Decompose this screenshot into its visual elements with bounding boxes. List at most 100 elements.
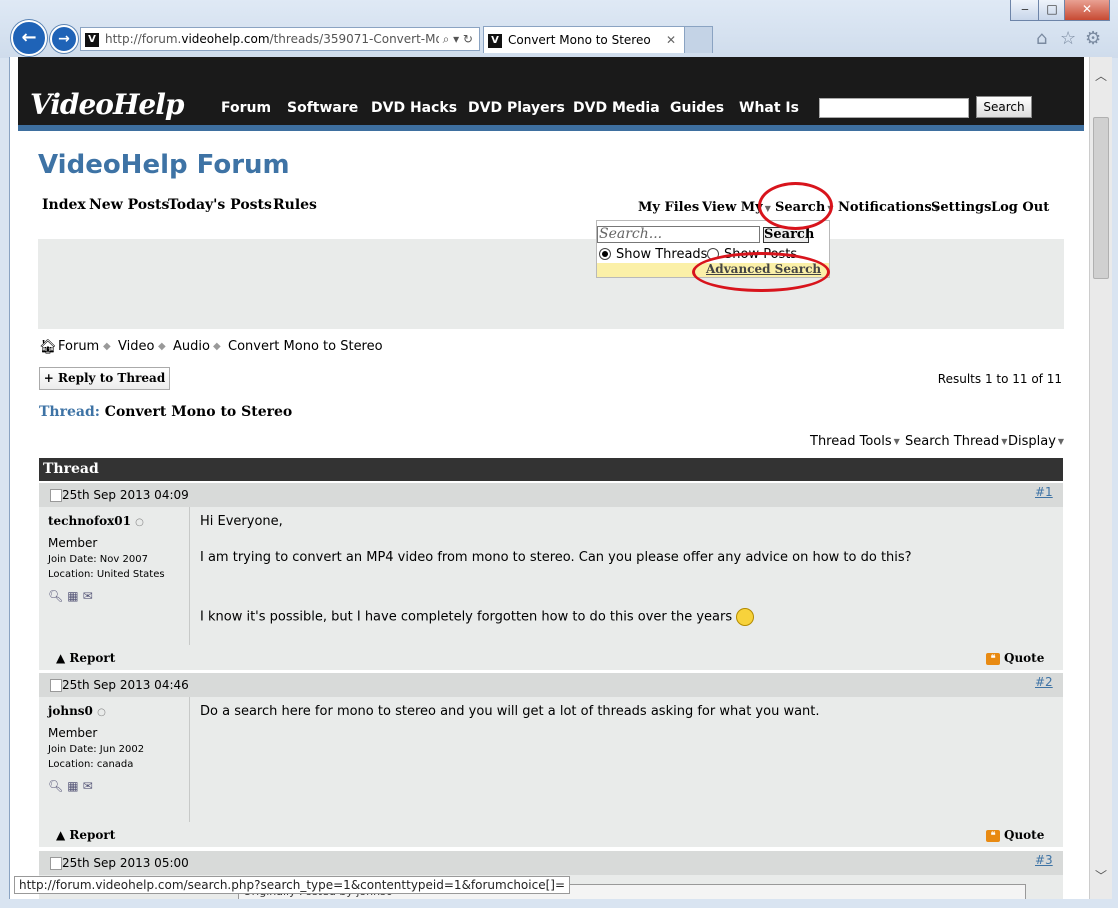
nav-guides[interactable]: Guides [670,100,724,116]
favorites-star-icon[interactable]: ☆ [1060,28,1076,49]
reply-label: Reply to Thread [58,371,166,385]
post-text-line: Hi Everyone, [200,514,283,529]
breadcrumb-separator-icon: ◆ [103,341,111,352]
smiley-icon [736,608,755,626]
scroll-down-arrow-icon[interactable]: ﹀ [1090,865,1112,887]
nav-forum[interactable]: Forum [221,100,271,116]
quote-icon: ❝ [986,652,1000,665]
ad-area [38,239,1064,329]
profile-icon[interactable]: ▦ [67,779,82,793]
popup-search-input[interactable]: Search... [597,226,760,243]
maximize-icon[interactable]: □ [1038,0,1066,21]
profile-icon[interactable]: ▦ [67,589,82,603]
forum-nav-index[interactable]: Index [42,197,86,213]
post-status-icon [50,489,62,502]
post-status-icon [50,857,62,870]
forum-nav-new-posts[interactable]: New Posts [89,197,169,213]
browser-tab-active[interactable]: V Convert Mono to Stereo ✕ [483,26,685,53]
post-number-link[interactable]: #2 [1035,675,1053,689]
user-location: Location: United States [48,569,165,580]
tab-favicon-icon: V [488,33,502,48]
user-actions: 🔍︎▦✉ [48,779,97,793]
usernav-settings[interactable]: Settings [931,200,991,215]
usernav-log-out[interactable]: Log Out [991,200,1049,215]
post-date-bar [39,851,1063,875]
vertical-scrollbar[interactable]: ︿ ﹀ [1089,57,1112,899]
user-title: Member [48,536,98,550]
nav-dvd-hacks[interactable]: DVD Hacks [371,100,457,116]
report-button[interactable]: ▲ Report [56,651,115,665]
scroll-up-arrow-icon[interactable]: ︿ [1090,65,1112,87]
user-title: Member [48,726,98,740]
search-thread-menu[interactable]: Search Thread ▼ [905,434,1007,449]
address-bar-controls-icon[interactable]: ⌕ ▾ ↻ [438,28,473,50]
url-suffix: /threads/359071-Convert-Mono [269,32,458,46]
post-text-content: I know it's possible, but I have complet… [200,609,733,625]
forum-nav-rules[interactable]: Rules [273,197,317,213]
site-search-button[interactable]: Search [976,96,1032,118]
minimize-icon[interactable]: ‒ [1010,0,1040,21]
forum-nav-todays-posts[interactable]: Today's Posts [168,197,272,213]
site-logo[interactable]: VideoHelp [30,88,184,121]
url-domain: videohelp.com [181,32,270,46]
new-tab-button[interactable] [684,26,713,53]
post-body [39,507,1063,670]
close-window-icon[interactable]: ✕ [1064,0,1110,21]
reply-to-thread-button[interactable]: + Reply to Thread [39,367,170,390]
usernav-notifications[interactable]: Notifications ▼ [838,200,940,215]
quote-button[interactable]: ❝ Quote [986,651,1044,665]
user-actions: 🔍︎▦✉ [48,589,97,603]
username-text: johns0 [48,704,93,718]
username-text: technofox01 [48,514,131,528]
thread-title-line: Thread: Convert Mono to Stereo [39,404,292,420]
close-tab-icon[interactable]: ✕ [666,27,676,53]
post-username[interactable]: johns0 ○ [48,704,106,718]
post-text-line: Do a search here for mono to stereo and … [200,704,820,719]
home-icon[interactable]: ⌂ [1036,28,1047,49]
breadcrumb-separator-icon: ◆ [213,341,221,352]
breadcrumb-forum[interactable]: Forum [58,339,99,354]
scrollbar-thumb[interactable] [1093,117,1109,279]
nav-dvd-media[interactable]: DVD Media [573,100,660,116]
search-icon[interactable]: 🔍︎ [48,779,67,793]
post-body [39,697,1063,847]
report-button[interactable]: ▲ Report [56,828,115,842]
forum-title[interactable]: VideoHelp Forum [38,150,290,180]
post-number-link[interactable]: #3 [1035,853,1053,867]
nav-dvd-players[interactable]: DVD Players [468,100,565,116]
post-username[interactable]: technofox01 ○ [48,514,144,528]
site-search-input[interactable] [819,98,969,118]
radio-show-threads[interactable] [599,248,611,260]
email-icon[interactable]: ✉ [83,589,97,603]
chevron-down-icon: ▼ [1001,437,1008,446]
address-bar[interactable]: Vhttp://forum.videohelp.com/threads/3590… [80,27,480,51]
post-number-link[interactable]: #1 [1035,485,1053,499]
quote-icon: ❝ [986,829,1000,842]
thread-header-bar: Thread [39,458,1063,481]
settings-gear-icon[interactable]: ⚙ [1085,28,1101,49]
nav-what-is[interactable]: What Is [739,100,799,116]
usernav-my-files[interactable]: My Files [638,200,699,215]
nav-software[interactable]: Software [287,100,358,116]
display-menu[interactable]: Display ▼ [1008,434,1064,449]
post-date: 25th Sep 2013 04:46 [62,678,189,692]
user-location: Location: canada [48,759,134,770]
results-count: Results 1 to 11 of 11 [937,372,1062,386]
quote-button[interactable]: ❝ Quote [986,828,1044,842]
home-icon[interactable]: 🏠︎ [39,339,57,355]
warning-icon: ▲ [56,828,66,842]
search-icon[interactable]: 🔍︎ [48,589,67,603]
forward-button[interactable]: → [50,25,78,53]
post-date: 25th Sep 2013 05:00 [62,856,189,870]
breadcrumb-video[interactable]: Video [118,339,154,354]
header-accent-bar [18,125,1084,131]
thread-tools-menu[interactable]: Thread Tools ▼ [810,434,900,449]
email-icon[interactable]: ✉ [83,779,97,793]
quote-label: Quote [1004,651,1045,665]
breadcrumb-audio[interactable]: Audio [173,339,210,354]
back-button[interactable]: ← [11,20,47,56]
url-prefix: http://forum. [105,32,182,46]
user-join-date: Join Date: Nov 2007 [48,554,148,565]
breadcrumb-separator-icon: ◆ [158,341,166,352]
quote-label: Quote [1004,828,1045,842]
